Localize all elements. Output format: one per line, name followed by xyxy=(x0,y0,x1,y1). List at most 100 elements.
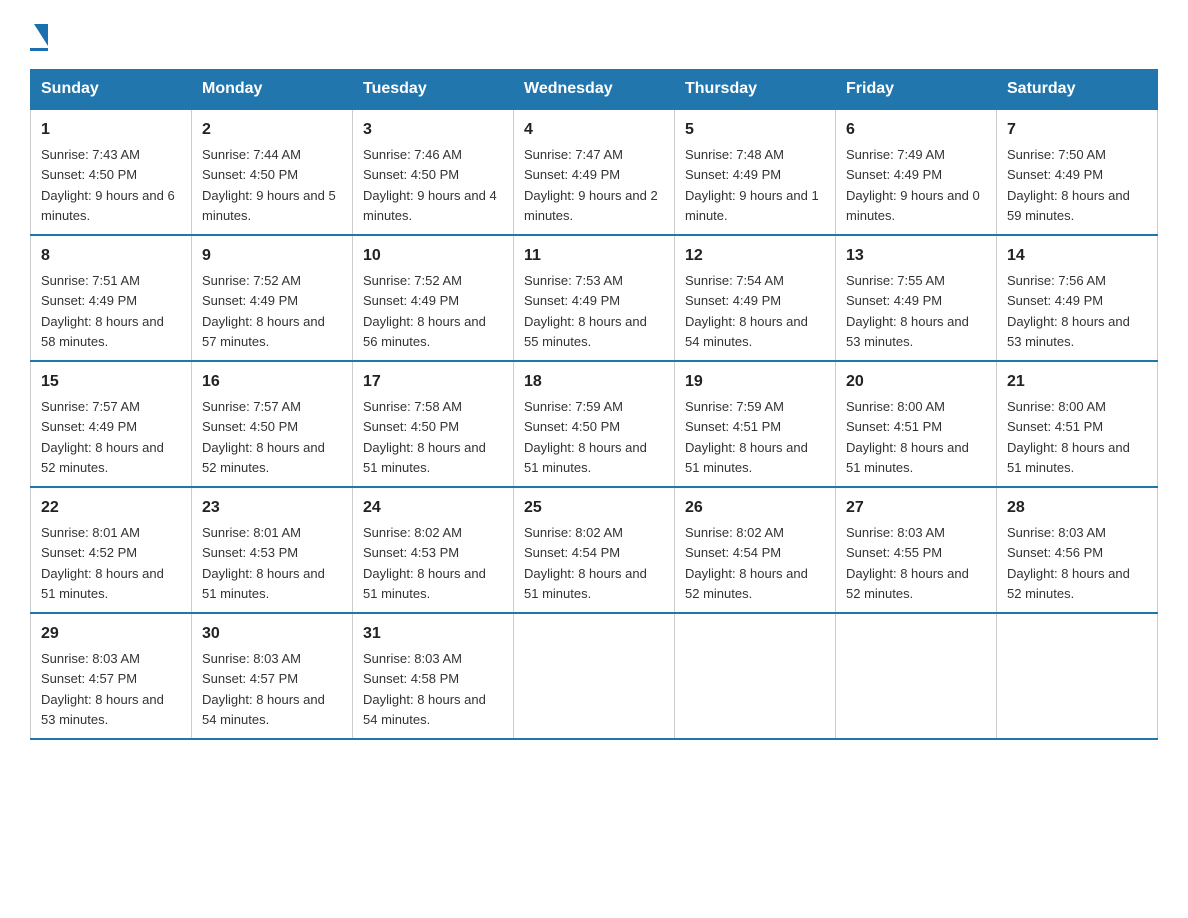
day-sunset: Sunset: 4:49 PM xyxy=(1007,293,1103,308)
day-number: 31 xyxy=(363,622,503,646)
header-wednesday: Wednesday xyxy=(514,70,675,110)
day-sunrise: Sunrise: 8:00 AM xyxy=(846,399,945,414)
day-sunrise: Sunrise: 7:52 AM xyxy=(363,273,462,288)
day-daylight: Daylight: 8 hours and 59 minutes. xyxy=(1007,188,1130,223)
day-daylight: Daylight: 9 hours and 1 minute. xyxy=(685,188,819,223)
calendar-cell: 20 Sunrise: 8:00 AM Sunset: 4:51 PM Dayligh… xyxy=(836,361,997,487)
day-number: 28 xyxy=(1007,496,1147,520)
day-number: 1 xyxy=(41,118,181,142)
day-number: 9 xyxy=(202,244,342,268)
day-number: 15 xyxy=(41,370,181,394)
day-daylight: Daylight: 9 hours and 4 minutes. xyxy=(363,188,497,223)
day-daylight: Daylight: 8 hours and 51 minutes. xyxy=(524,566,647,601)
calendar-cell: 10Sunrise: 7:52 AMSunset: 4:49 PMDayligh… xyxy=(353,235,514,361)
day-sunrise: Sunrise: 7:48 AM xyxy=(685,147,784,162)
calendar-header: SundayMondayTuesdayWednesdayThursdayFrid… xyxy=(31,70,1158,110)
calendar-cell: 18Sunrise: 7:59 AMSunset: 4:50 PMDayligh… xyxy=(514,361,675,487)
day-sunset: Sunset: 4:49 PM xyxy=(202,293,298,308)
day-daylight: Daylight: 8 hours and 52 minutes. xyxy=(1007,566,1130,601)
day-sunrise: Sunrise: 8:00 AM xyxy=(1007,399,1106,414)
day-number: 26 xyxy=(685,496,825,520)
day-header-row: SundayMondayTuesdayWednesdayThursdayFrid… xyxy=(31,70,1158,110)
day-sunset: Sunset: 4:49 PM xyxy=(1007,167,1103,182)
day-sunrise: Sunrise: 8:02 AM xyxy=(363,525,462,540)
day-number: 11 xyxy=(524,244,664,268)
day-sunset: Sunset: 4:57 PM xyxy=(41,671,137,686)
calendar-cell: 16Sunrise: 7:57 AMSunset: 4:50 PMDayligh… xyxy=(192,361,353,487)
day-number: 20 xyxy=(846,370,986,394)
day-sunrise: Sunrise: 8:03 AM xyxy=(846,525,945,540)
calendar-cell: 9Sunrise: 7:52 AMSunset: 4:49 PMDaylight… xyxy=(192,235,353,361)
calendar-cell: 12Sunrise: 7:54 AMSunset: 4:49 PMDayligh… xyxy=(675,235,836,361)
week-row-4: 22 Sunrise: 8:01 AM Sunset: 4:52 PM Dayligh… xyxy=(31,487,1158,613)
day-sunset: Sunset: 4:58 PM xyxy=(363,671,459,686)
logo-triangle-icon xyxy=(34,24,48,46)
calendar-cell: 29Sunrise: 8:03 AMSunset: 4:57 PMDayligh… xyxy=(31,613,192,739)
calendar-cell: 23Sunrise: 8:01 AMSunset: 4:53 PMDayligh… xyxy=(192,487,353,613)
week-row-3: 15Sunrise: 7:57 AMSunset: 4:49 PMDayligh… xyxy=(31,361,1158,487)
header-monday: Monday xyxy=(192,70,353,110)
calendar-cell: 1Sunrise: 7:43 AMSunset: 4:50 PMDaylight… xyxy=(31,109,192,235)
day-sunset: Sunset: 4:57 PM xyxy=(202,671,298,686)
header-saturday: Saturday xyxy=(997,70,1158,110)
day-sunset: Sunset: 4:54 PM xyxy=(524,545,620,560)
day-sunset: Sunset: 4:54 PM xyxy=(685,545,781,560)
day-daylight: Daylight: 8 hours and 52 minutes. xyxy=(41,440,164,475)
day-sunrise: Sunrise: 8:02 AM xyxy=(524,525,623,540)
day-sunrise: Sunrise: 8:03 AM xyxy=(1007,525,1106,540)
calendar-body: 1Sunrise: 7:43 AMSunset: 4:50 PMDaylight… xyxy=(31,109,1158,739)
day-daylight: Daylight: 8 hours and 54 minutes. xyxy=(202,692,325,727)
day-sunrise: Sunrise: 7:55 AM xyxy=(846,273,945,288)
day-number: 14 xyxy=(1007,244,1147,268)
day-sunset: Sunset: 4:50 PM xyxy=(202,167,298,182)
day-number: 29 xyxy=(41,622,181,646)
day-sunset: Sunset: 4:49 PM xyxy=(524,293,620,308)
day-number: 27 xyxy=(846,496,986,520)
header-friday: Friday xyxy=(836,70,997,110)
day-daylight: Daylight: 8 hours and 51 minutes. xyxy=(846,440,969,475)
day-number: 22 xyxy=(41,496,181,520)
day-daylight: Daylight: 8 hours and 51 minutes. xyxy=(685,440,808,475)
day-number: 3 xyxy=(363,118,503,142)
calendar-cell: 13Sunrise: 7:55 AMSunset: 4:49 PMDayligh… xyxy=(836,235,997,361)
day-daylight: Daylight: 8 hours and 52 minutes. xyxy=(846,566,969,601)
day-sunset: Sunset: 4:50 PM xyxy=(363,167,459,182)
day-sunset: Sunset: 4:56 PM xyxy=(1007,545,1103,560)
day-number: 18 xyxy=(524,370,664,394)
day-daylight: Daylight: 8 hours and 51 minutes. xyxy=(363,440,486,475)
day-number: 24 xyxy=(363,496,503,520)
day-daylight: Daylight: 8 hours and 52 minutes. xyxy=(202,440,325,475)
day-sunrise: Sunrise: 8:03 AM xyxy=(363,651,462,666)
day-daylight: Daylight: 8 hours and 54 minutes. xyxy=(685,314,808,349)
day-sunrise: Sunrise: 8:01 AM xyxy=(202,525,301,540)
calendar-cell: 14Sunrise: 7:56 AMSunset: 4:49 PMDayligh… xyxy=(997,235,1158,361)
day-sunset: Sunset: 4:50 PM xyxy=(41,167,137,182)
calendar-cell xyxy=(675,613,836,739)
calendar-cell: 31Sunrise: 8:03 AMSunset: 4:58 PMDayligh… xyxy=(353,613,514,739)
calendar-cell: 8Sunrise: 7:51 AMSunset: 4:49 PMDaylight… xyxy=(31,235,192,361)
day-sunrise: Sunrise: 7:50 AM xyxy=(1007,147,1106,162)
day-daylight: Daylight: 8 hours and 57 minutes. xyxy=(202,314,325,349)
day-number: 19 xyxy=(685,370,825,394)
day-daylight: Daylight: 8 hours and 52 minutes. xyxy=(685,566,808,601)
day-sunset: Sunset: 4:52 PM xyxy=(41,545,137,560)
day-number: 21 xyxy=(1007,370,1147,394)
day-daylight: Daylight: 8 hours and 51 minutes. xyxy=(41,566,164,601)
logo-underline xyxy=(30,48,48,51)
calendar-cell: 27Sunrise: 8:03 AMSunset: 4:55 PMDayligh… xyxy=(836,487,997,613)
day-sunset: Sunset: 4:51 PM xyxy=(846,419,942,434)
week-row-5: 29 Sunrise: 8:03 AM Sunset: 4:57 PM Dayligh… xyxy=(31,613,1158,739)
day-sunrise: Sunrise: 8:03 AM xyxy=(41,651,140,666)
day-sunset: Sunset: 4:53 PM xyxy=(202,545,298,560)
calendar-cell: 4Sunrise: 7:47 AMSunset: 4:49 PMDaylight… xyxy=(514,109,675,235)
day-sunset: Sunset: 4:49 PM xyxy=(41,419,137,434)
day-sunrise: Sunrise: 7:59 AM xyxy=(685,399,784,414)
day-daylight: Daylight: 8 hours and 51 minutes. xyxy=(363,566,486,601)
week-row-2: 8Sunrise: 7:51 AMSunset: 4:49 PMDaylight… xyxy=(31,235,1158,361)
day-sunrise: Sunrise: 7:47 AM xyxy=(524,147,623,162)
calendar-cell: 5Sunrise: 7:48 AMSunset: 4:49 PMDaylight… xyxy=(675,109,836,235)
calendar-cell: 6Sunrise: 7:49 AMSunset: 4:49 PMDaylight… xyxy=(836,109,997,235)
calendar-cell xyxy=(836,613,997,739)
day-sunrise: Sunrise: 7:54 AM xyxy=(685,273,784,288)
day-sunrise: Sunrise: 8:01 AM xyxy=(41,525,140,540)
